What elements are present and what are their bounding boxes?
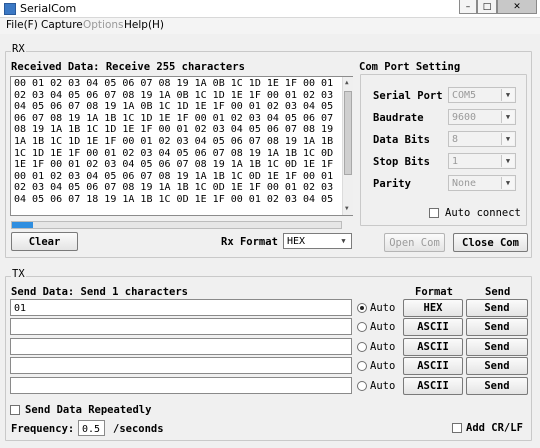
received-data-scrollbar[interactable]: ▲ ▼ [342, 77, 353, 215]
receive-progress-fill [12, 222, 34, 228]
clear-button[interactable]: Clear [11, 232, 78, 251]
frequency-label: Frequency: [11, 423, 75, 435]
format-button[interactable]: ASCII [403, 318, 463, 336]
send-button[interactable]: Send [466, 299, 528, 317]
data-bits-value: 8 [452, 134, 459, 145]
auto-connect-label: Auto connect [445, 207, 521, 219]
received-data-label: Received Data: Receive 255 characters [11, 61, 245, 73]
add-crlf-checkbox[interactable] [452, 423, 462, 433]
data-bits-label: Data Bits [373, 134, 430, 146]
menu-file[interactable]: File(F) [6, 19, 38, 31]
send-data-value: 01 [14, 303, 27, 314]
stop-bits-value: 1 [452, 156, 459, 167]
send-button[interactable]: Send [466, 357, 528, 375]
auto-radio[interactable] [357, 361, 367, 371]
chevron-down-icon[interactable]: ▼ [501, 89, 514, 101]
rx-format-select[interactable]: HEX ▼ [283, 233, 352, 249]
parity-select[interactable]: None ▼ [448, 175, 516, 191]
menu-capture[interactable]: Capture [41, 19, 83, 31]
menu-help[interactable]: Help(H) [124, 19, 164, 31]
send-column-header: Send [485, 286, 511, 298]
baudrate-label: Baudrate [373, 112, 424, 124]
received-data-text: 00 01 02 03 04 05 06 07 08 19 1A 0B 1C 1… [14, 78, 334, 205]
serial-port-value: COM5 [452, 90, 477, 101]
window-title: SerialCom [20, 2, 77, 15]
send-data-input[interactable] [10, 338, 352, 355]
serial-port-select[interactable]: COM5 ▼ [448, 87, 516, 103]
baudrate-value: 9600 [452, 112, 477, 123]
scroll-up-icon[interactable]: ▲ [345, 79, 349, 86]
format-button[interactable]: ASCII [403, 377, 463, 395]
auto-radio[interactable] [357, 303, 367, 313]
open-com-button[interactable]: Open Com [384, 233, 445, 252]
scroll-thumb[interactable] [344, 91, 352, 175]
send-button[interactable]: Send [466, 318, 528, 336]
chevron-down-icon[interactable]: ▼ [501, 111, 514, 123]
app-icon [4, 3, 16, 15]
auto-label: Auto [370, 360, 396, 372]
stop-bits-label: Stop Bits [373, 156, 430, 168]
baudrate-select[interactable]: 9600 ▼ [448, 109, 516, 125]
parity-value: None [452, 178, 477, 189]
tx-group-label: TX [11, 268, 26, 280]
received-data-textarea[interactable]: 00 01 02 03 04 05 06 07 08 19 1A 0B 1C 1… [10, 76, 353, 216]
rx-format-value: HEX [287, 236, 306, 247]
auto-connect-checkbox[interactable] [429, 208, 439, 218]
frequency-value: 0.5 [82, 424, 101, 435]
send-data-input[interactable] [10, 377, 352, 394]
rx-group-label: RX [11, 43, 26, 55]
seconds-label: /seconds [113, 423, 164, 435]
auto-label: Auto [370, 302, 396, 314]
stop-bits-select[interactable]: 1 ▼ [448, 153, 516, 169]
auto-radio[interactable] [357, 322, 367, 332]
menu-options[interactable]: Options [83, 19, 124, 31]
auto-label: Auto [370, 321, 396, 333]
send-data-input[interactable]: 01 [10, 299, 352, 316]
send-repeatedly-label: Send Data Repeatedly [25, 404, 152, 416]
auto-label: Auto [370, 380, 396, 392]
send-button[interactable]: Send [466, 377, 528, 395]
send-data-input[interactable] [10, 357, 352, 374]
scroll-down-icon[interactable]: ▼ [345, 205, 349, 212]
com-port-group-label: Com Port Setting [359, 61, 461, 73]
receive-progress-bar [11, 221, 342, 229]
chevron-down-icon[interactable]: ▼ [501, 133, 514, 145]
send-button[interactable]: Send [466, 338, 528, 356]
send-data-input[interactable] [10, 318, 352, 335]
auto-label: Auto [370, 341, 396, 353]
serial-port-label: Serial Port [373, 90, 443, 102]
data-bits-select[interactable]: 8 ▼ [448, 131, 516, 147]
rx-format-label: Rx Format [221, 236, 278, 248]
maximize-button[interactable]: □ [477, 0, 497, 14]
chevron-down-icon[interactable]: ▼ [501, 177, 514, 189]
format-button[interactable]: HEX [403, 299, 463, 317]
minimize-button[interactable]: – [459, 0, 477, 14]
chevron-down-icon[interactable]: ▼ [337, 235, 350, 247]
send-data-label: Send Data: Send 1 characters [11, 286, 189, 298]
close-button[interactable]: ✕ [497, 0, 537, 14]
auto-radio[interactable] [357, 342, 367, 352]
format-button[interactable]: ASCII [403, 357, 463, 375]
add-crlf-label: Add CR/LF [466, 422, 523, 434]
close-com-button[interactable]: Close Com [453, 233, 528, 252]
format-column-header: Format [415, 286, 453, 298]
chevron-down-icon[interactable]: ▼ [501, 155, 514, 167]
frequency-input[interactable]: 0.5 [78, 420, 105, 436]
auto-radio[interactable] [357, 381, 367, 391]
send-repeatedly-checkbox[interactable] [10, 405, 20, 415]
parity-label: Parity [373, 178, 411, 190]
format-button[interactable]: ASCII [403, 338, 463, 356]
